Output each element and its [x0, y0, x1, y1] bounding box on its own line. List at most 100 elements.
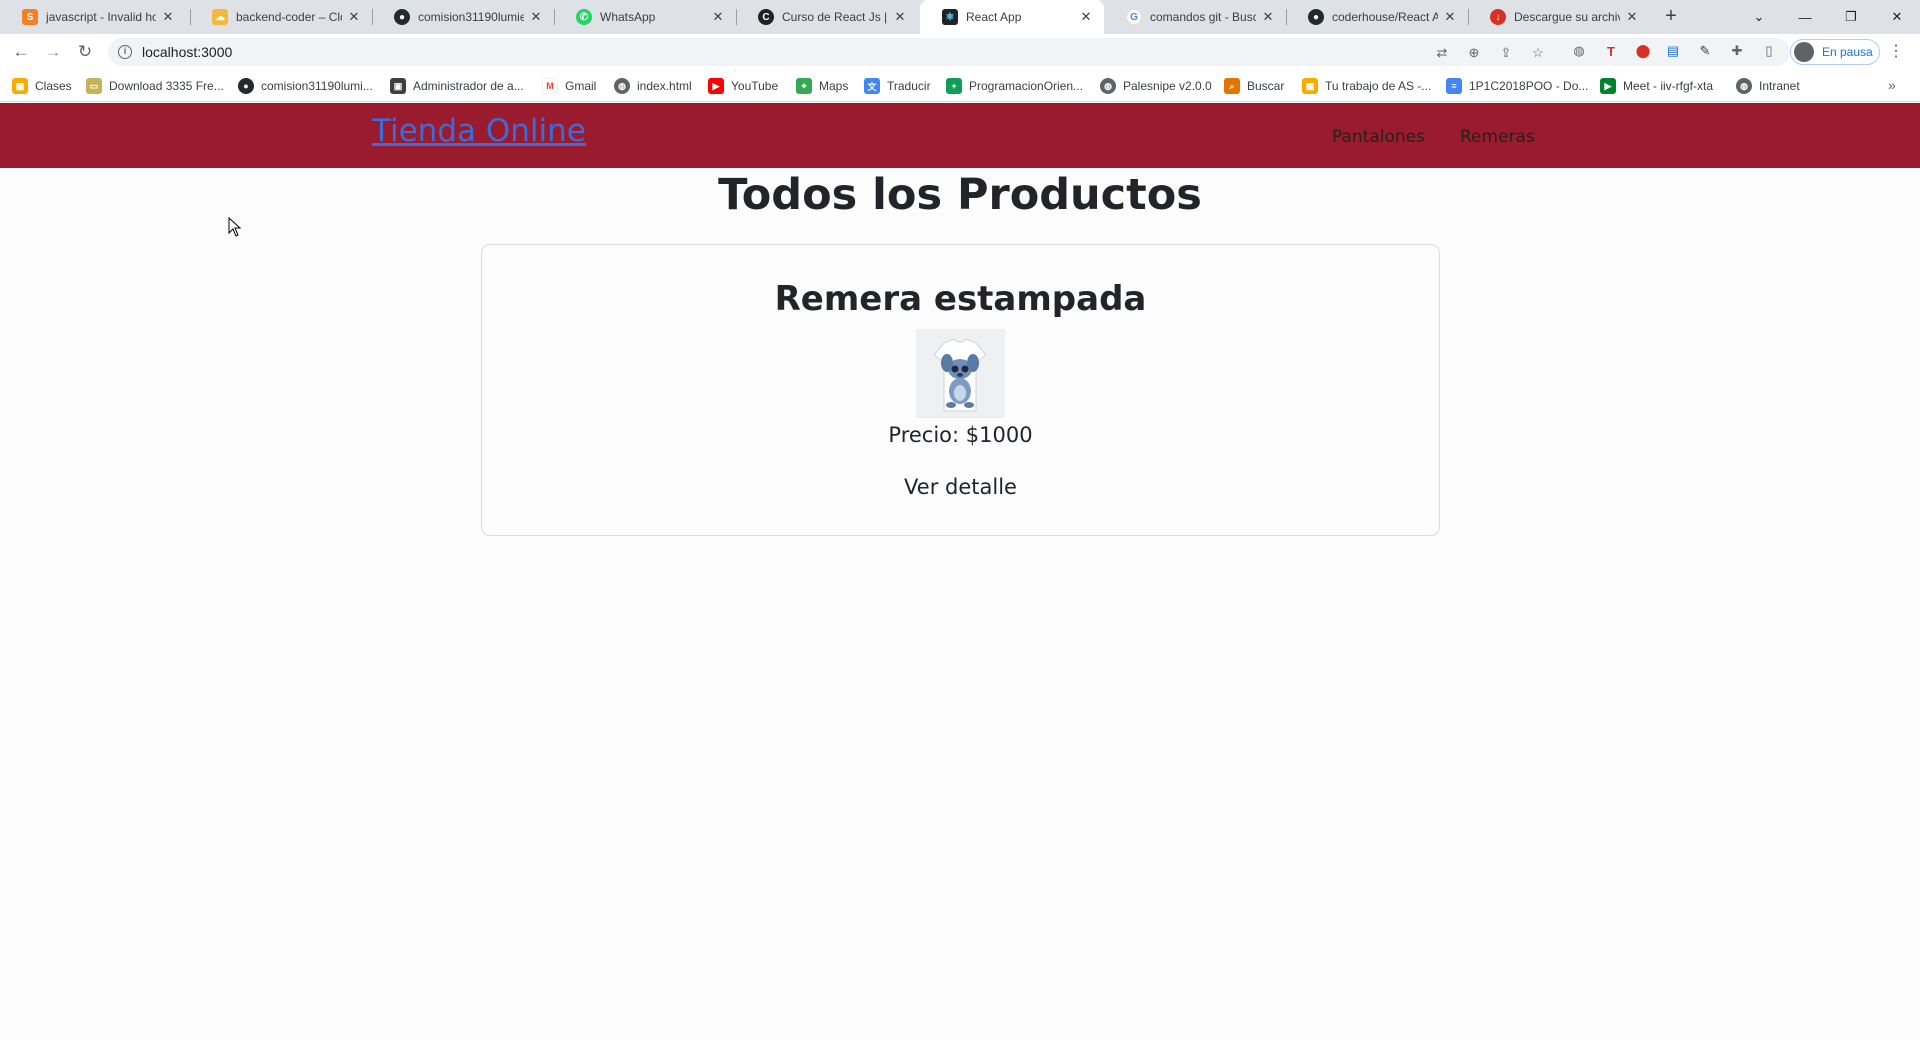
close-icon[interactable]: ✕	[528, 9, 544, 25]
nav-link-pantalones[interactable]: Pantalones	[1332, 127, 1425, 147]
classroom-icon: ▦	[1302, 78, 1318, 94]
restore-button[interactable]: ❐	[1828, 0, 1874, 34]
extensions-puzzle-icon[interactable]: ✚	[1728, 42, 1746, 60]
close-window-button[interactable]: ✕	[1874, 0, 1920, 34]
bookmark-item[interactable]: + ProgramacionOrien...	[946, 77, 1083, 95]
bookmark-item[interactable]: ▦ Tu trabajo de AS -...	[1302, 77, 1431, 95]
tab-title: backend-coder – Clou	[236, 10, 342, 24]
globe-icon: ◍	[614, 78, 630, 94]
tab-title: WhatsApp	[600, 10, 656, 24]
tab-search-icon[interactable]: ⌄	[1736, 0, 1782, 34]
brand-link[interactable]: Tienda Online	[372, 113, 586, 149]
gmail-icon: M	[542, 78, 558, 94]
bookmark-label: Intranet	[1759, 79, 1800, 93]
zoom-icon[interactable]: ⊕	[1466, 45, 1482, 61]
extension-opera-icon[interactable]: ⬤	[1634, 42, 1652, 60]
address-bar[interactable]: i localhost:3000 ⇄ ⊕ ⇪ ☆	[108, 38, 1790, 66]
translate-icon[interactable]: ⇄	[1434, 45, 1450, 61]
tab-7[interactable]: ● coderhouse/React Ap ✕	[1286, 0, 1468, 34]
avatar	[1794, 42, 1814, 62]
tab-4[interactable]: C Curso de React Js | Pla ✕	[736, 0, 918, 34]
product-price: Precio: $1000	[888, 423, 1033, 447]
close-icon[interactable]: ✕	[1078, 9, 1094, 25]
bookmark-item[interactable]: ▭ Download 3335 Fre...	[86, 77, 224, 95]
browser-menu-icon[interactable]: ⋮	[1888, 44, 1904, 62]
close-icon[interactable]: ✕	[892, 9, 908, 25]
bookmark-item[interactable]: ⌖ Maps	[796, 77, 848, 95]
bookmark-item[interactable]: ▶ Meet - iiv-rfgf-xta	[1600, 77, 1713, 95]
tab-title: javascript - Invalid hoo	[46, 10, 156, 24]
sheets-icon: +	[946, 78, 962, 94]
translate-icon: 文	[864, 78, 880, 94]
site-info-icon[interactable]: i	[118, 45, 132, 59]
close-icon[interactable]: ✕	[1624, 9, 1640, 25]
github-icon: ●	[1308, 9, 1324, 25]
nav-link-remeras[interactable]: Remeras	[1460, 127, 1535, 147]
bookmarks-bar: ▦ Clases ▭ Download 3335 Fre... ● comision3…	[0, 70, 1920, 102]
extension-tp-icon[interactable]: T	[1602, 42, 1620, 60]
tab-title: Descargue su archivo	[1514, 10, 1620, 24]
tab-0[interactable]: S javascript - Invalid hoo ✕	[0, 0, 186, 34]
bookmark-star-icon[interactable]: ☆	[1530, 45, 1546, 61]
extension-pen-icon[interactable]: ✎	[1696, 42, 1714, 60]
minimize-button[interactable]: —	[1782, 0, 1828, 34]
folder-image-icon: ▭	[86, 78, 102, 94]
bookmark-label: Tu trabajo de AS -...	[1325, 79, 1432, 93]
tab-title: comision31190lumie/l	[418, 10, 524, 24]
mouse-cursor-icon	[228, 217, 242, 237]
bookmark-label: Maps	[819, 79, 849, 93]
bookmark-item[interactable]: M Gmail	[542, 77, 596, 95]
bookmark-label: Palesnipe v2.0.0	[1123, 79, 1212, 93]
browser-toolbar: ← → ↻ i localhost:3000 ⇄ ⊕ ⇪ ☆ ◍ T ⬤ ▤ ✎…	[0, 34, 1920, 70]
bookmark-item[interactable]: ◍ index.html	[614, 77, 692, 95]
close-icon[interactable]: ✕	[710, 9, 726, 25]
maps-icon: ⌖	[796, 78, 812, 94]
url-text[interactable]: localhost:3000	[142, 44, 232, 60]
tab-1[interactable]: ☁ backend-coder – Clou ✕	[190, 0, 372, 34]
tab-8[interactable]: ↓ Descargue su archivo ✕	[1468, 0, 1650, 34]
bookmark-item[interactable]: ◍ Palesnipe v2.0.0	[1100, 77, 1212, 95]
bookmark-label: ProgramacionOrien...	[969, 79, 1084, 93]
tab-2[interactable]: ● comision31190lumie/l ✕	[372, 0, 554, 34]
bookmark-label: Meet - iiv-rfgf-xta	[1623, 79, 1714, 93]
bookmark-label: 1P1C2018POO - Do...	[1469, 79, 1589, 93]
bookmark-item[interactable]: ◍ Intranet	[1736, 77, 1800, 95]
view-detail-link[interactable]: Ver detalle	[482, 475, 1439, 499]
close-icon[interactable]: ✕	[1442, 9, 1458, 25]
tab-3[interactable]: ✆ WhatsApp ✕	[554, 0, 736, 34]
side-panel-icon[interactable]: ▯	[1760, 42, 1778, 60]
bookmark-item[interactable]: 文 Traducir	[864, 77, 931, 95]
extension-new-icon[interactable]: ▤	[1664, 42, 1682, 60]
meet-icon: ▶	[1600, 78, 1616, 94]
bookmark-item[interactable]: ≡ 1P1C2018POO - Do...	[1446, 77, 1588, 95]
back-icon[interactable]: ←	[8, 39, 34, 65]
page-title: Todos los Productos	[718, 170, 1202, 220]
tab-title: Curso de React Js | Pla	[782, 10, 888, 24]
share-icon[interactable]: ⇪	[1498, 45, 1514, 61]
reload-icon[interactable]: ↻	[72, 39, 98, 65]
bookmark-item[interactable]: ⌕ Buscar	[1224, 77, 1284, 95]
tab-title: comandos git - Buscar	[1150, 10, 1256, 24]
bookmark-label: Traducir	[887, 79, 931, 93]
tab-6[interactable]: G comandos git - Buscar ✕	[1104, 0, 1286, 34]
new-tab-button[interactable]: +	[1658, 5, 1684, 29]
bookmark-label: Administrador de a...	[413, 79, 524, 93]
extension-web-icon[interactable]: ◍	[1570, 42, 1588, 60]
close-icon[interactable]: ✕	[1260, 9, 1276, 25]
bookmark-item[interactable]: ▦ Clases	[12, 77, 72, 95]
classroom-icon: ▦	[12, 78, 28, 94]
tab-strip: S javascript - Invalid hoo ✕ ☁ backend-c…	[0, 0, 1920, 34]
more-bookmarks-icon[interactable]: »	[1888, 77, 1896, 93]
bookmark-item[interactable]: ▶ YouTube	[708, 77, 778, 95]
bookmark-label: Gmail	[565, 79, 597, 93]
forward-icon[interactable]: →	[40, 39, 66, 65]
bookmark-item[interactable]: ▣ Administrador de a...	[390, 77, 524, 95]
bookmark-item[interactable]: ● comision31190lumi...	[238, 77, 373, 95]
close-icon[interactable]: ✕	[160, 9, 176, 25]
react-icon: ⚛	[942, 9, 958, 25]
tab-5-active[interactable]: ⚛ React App ✕	[920, 0, 1104, 34]
tab-title: React App	[966, 10, 1022, 24]
close-icon[interactable]: ✕	[346, 9, 362, 25]
google-icon: G	[1126, 9, 1142, 25]
profile-button[interactable]: En pausa	[1790, 39, 1880, 65]
